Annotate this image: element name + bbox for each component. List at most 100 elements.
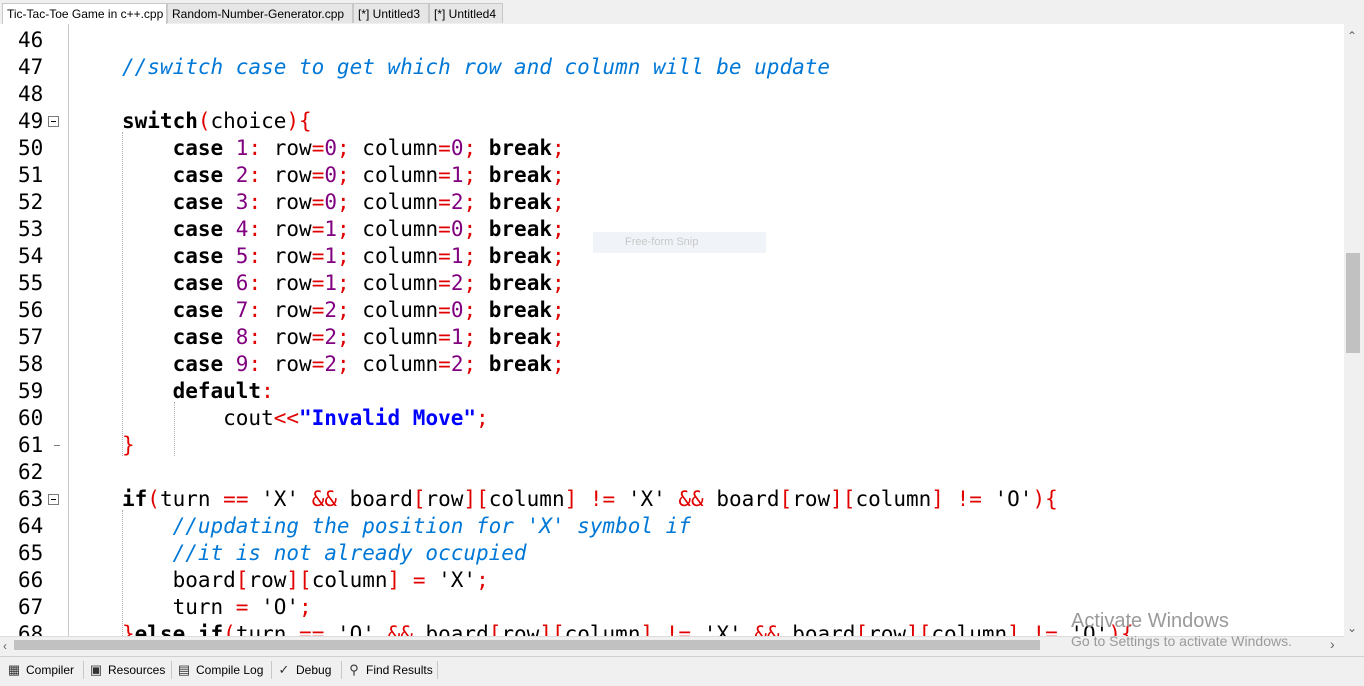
code-token: [ [235,568,249,592]
code-token: = [438,352,451,376]
code-line[interactable]: 65 //it is not already occupied [0,540,1344,567]
code-token: 0 [324,190,337,214]
code-token: else [134,622,198,636]
code-token: ; [551,244,565,268]
code-token: //updating the position for 'X' symbol i… [122,514,691,538]
code-token: turn [122,595,236,619]
code-token: ; [463,136,489,160]
code-line[interactable]: 51 case 2: row=0; column=1; break; [0,162,1344,189]
fold-collapse-icon[interactable] [48,116,59,127]
code-line[interactable]: 60 cout<<"Invalid Move"; [0,405,1344,432]
code-text: //it is not already occupied [122,540,527,567]
code-line[interactable]: 63 if(turn == 'X' && board[row][column] !… [0,486,1344,513]
code-token: column [362,325,439,349]
code-line[interactable]: 47 //switch case to get which row and col… [0,54,1344,81]
tab-compile-log-label: Compile Log [196,663,264,677]
tab-compiler[interactable]: ▦ Compiler [4,659,82,681]
code-token: column [931,622,1008,636]
code-token: ; [463,325,489,349]
tab-untitled4[interactable]: [*] Untitled4 [429,3,503,23]
code-token: row [273,298,312,322]
code-token: "Invalid Move" [299,406,477,430]
code-token: : [261,379,274,403]
code-line[interactable]: 48 [0,81,1344,108]
code-token: ( [223,622,236,636]
tab-debug[interactable]: ✓ Debug [274,659,340,681]
code-token: ; [551,352,565,376]
line-number: 61 [18,433,44,457]
code-line[interactable]: 57 case 8: row=2; column=1; break; [0,324,1344,351]
code-token: 0 [450,217,464,241]
code-token: cout [122,406,274,430]
fold-collapse-icon[interactable] [48,494,59,505]
code-token: //it is not already occupied [122,541,527,565]
line-number: 58 [18,352,44,376]
code-token: ; [463,190,489,214]
code-line[interactable]: 64 //updating the position for 'X' symbo… [0,513,1344,540]
code-token: break [488,217,552,241]
code-token: [ [855,622,869,636]
code-token: ){ [1032,487,1058,511]
tab-compile-log[interactable]: ▤ Compile Log [174,659,270,681]
tab-random-number-generator[interactable]: Random-Number-Generator.cpp [167,3,353,23]
code-token: turn [159,487,224,511]
code-token: ( [147,487,160,511]
tab-separator [171,661,172,679]
code-token: 7 [235,298,249,322]
code-line[interactable]: 58 case 9: row=2; column=2; break; [0,351,1344,378]
code-token: ; [337,217,363,241]
code-text: switch(choice){ [122,108,312,135]
code-token: break [488,190,552,214]
line-number: 66 [18,568,44,592]
code-line[interactable]: 50 case 1: row=0; column=0; break; [0,135,1344,162]
code-token: 2 [324,298,337,322]
code-token: column [855,487,932,511]
tab-tic-tac-toe[interactable]: Tic-Tac-Toe Game in c++.cpp [2,3,167,24]
code-token: ; [463,217,489,241]
code-token: switch [122,109,198,133]
code-token: 9 [235,352,249,376]
code-token: ; [551,325,565,349]
code-line[interactable]: 56 case 7: row=2; column=0; break; [0,297,1344,324]
code-token: 0 [324,163,337,187]
line-number: 54 [18,244,44,268]
scroll-down-icon[interactable]: ⌄ [1347,622,1357,634]
code-area[interactable]: 46 47//switch case to get which row and c… [0,24,1344,636]
code-token: turn [235,622,300,636]
code-line[interactable]: 52 case 3: row=0; column=2; break; [0,189,1344,216]
code-token: column [362,217,439,241]
tab-resources[interactable]: ▣ Resources [86,659,170,681]
scroll-right-icon[interactable]: › [1330,637,1335,651]
code-token: break [488,298,552,322]
code-token: = [438,190,451,214]
code-line[interactable]: 61} [0,432,1344,459]
code-token: case [122,352,236,376]
tab-untitled3[interactable]: [*] Untitled3 [353,3,429,23]
code-token: ; [337,163,363,187]
code-editor[interactable]: 46 47//switch case to get which row and c… [0,24,1344,636]
code-text: if(turn == 'X' && board[row][column] != … [122,486,1058,513]
code-token: ][ [286,568,312,592]
code-line[interactable]: 66 board[row][column] = 'X'; [0,567,1344,594]
tab-find-results[interactable]: ⚲ Find Results [344,659,436,681]
code-line[interactable]: 49 switch(choice){ [0,108,1344,135]
code-token: ; [463,298,489,322]
horizontal-scroll-thumb[interactable] [14,640,1040,650]
tab-resources-label: Resources [108,663,166,677]
code-token: && [678,487,704,511]
code-token: = [311,325,325,349]
code-line[interactable]: 46 [0,27,1344,54]
scroll-up-icon[interactable]: ⌃ [1347,30,1357,42]
code-line[interactable]: 62 [0,459,1344,486]
code-line[interactable]: 55 case 6: row=1; column=2; break; [0,270,1344,297]
code-text: } [122,432,135,459]
code-token: ][ [463,487,489,511]
line-number: 48 [18,82,44,106]
code-token: ; [463,163,489,187]
code-line[interactable]: 59 default: [0,378,1344,405]
vertical-scroll-thumb[interactable] [1346,253,1360,353]
code-token: board [779,622,856,636]
scroll-left-icon[interactable]: ‹ [3,640,7,652]
code-token: ; [337,271,363,295]
code-token: column [362,271,439,295]
